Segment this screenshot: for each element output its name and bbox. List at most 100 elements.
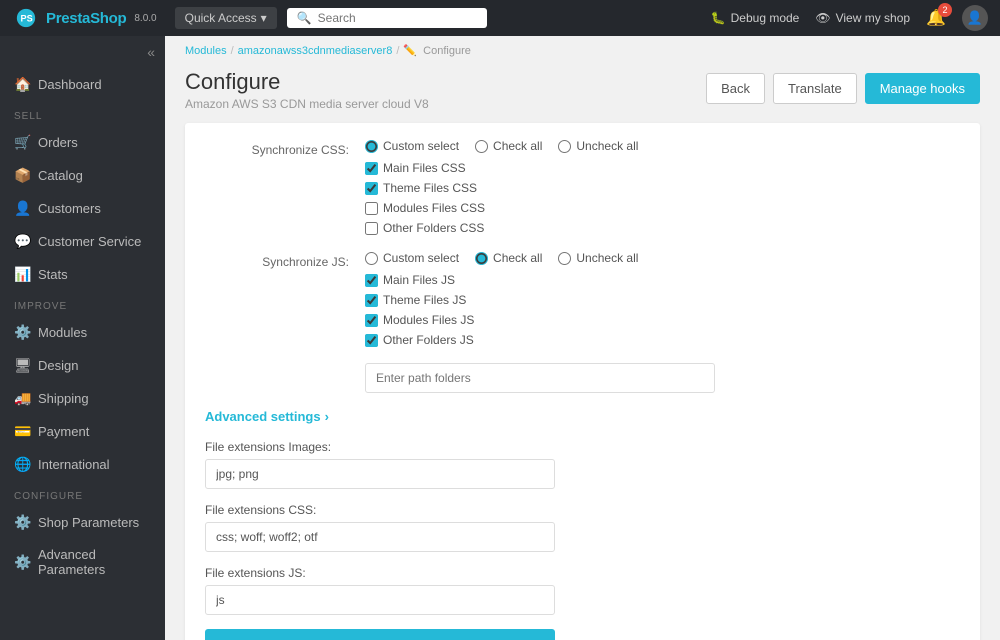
sidebar-item-label: Orders: [38, 135, 78, 150]
page-subtitle: Amazon AWS S3 CDN media server cloud V8: [185, 97, 429, 111]
sidebar-item-modules[interactable]: ⚙️ Modules: [0, 316, 165, 349]
file-ext-js-input[interactable]: [205, 585, 555, 615]
file-ext-js-label: File extensions JS:: [205, 566, 960, 580]
debug-mode-link[interactable]: 🐛 Debug mode: [711, 11, 800, 25]
shop-params-icon: ⚙️: [14, 514, 30, 531]
search-icon: 🔍: [297, 11, 312, 25]
main-files-js-option[interactable]: Main Files JS: [365, 273, 960, 287]
file-ext-css-group: File extensions CSS:: [205, 503, 960, 552]
sidebar-item-shipping[interactable]: 🚚 Shipping: [0, 382, 165, 415]
sidebar-item-label: Customers: [38, 201, 101, 216]
top-nav-right: 🐛 Debug mode 👁 View my shop 🔔 2 👤: [711, 5, 988, 31]
configure-icon: ✏️: [403, 45, 417, 57]
manage-hooks-button[interactable]: Manage hooks: [865, 73, 980, 104]
top-navigation: PS PrestaShop 8.0.0 Quick Access ▾ 🔍 🐛 D…: [0, 0, 1000, 36]
js-custom-select-option[interactable]: Custom select: [365, 251, 459, 265]
path-folders-input[interactable]: [365, 363, 715, 393]
advanced-settings-link[interactable]: Advanced settings ›: [205, 409, 960, 424]
svg-text:PS: PS: [21, 14, 33, 24]
file-ext-css-input[interactable]: [205, 522, 555, 552]
theme-files-css-checkbox[interactable]: [365, 182, 378, 195]
sync-css-row: Synchronize CSS: Custom select Check all: [205, 139, 960, 235]
sidebar-item-label: International: [38, 457, 110, 472]
other-folders-js-option[interactable]: Other Folders JS: [365, 333, 960, 347]
sync-css-control: Custom select Check all Uncheck all: [365, 139, 960, 235]
theme-files-js-checkbox[interactable]: [365, 294, 378, 307]
js-check-all-option[interactable]: Check all: [475, 251, 542, 265]
sidebar-item-payment[interactable]: 💳 Payment: [0, 415, 165, 448]
css-uncheck-all-radio[interactable]: [558, 140, 571, 153]
sidebar-item-design[interactable]: 🖥 Design: [0, 349, 165, 382]
sidebar-item-customer-service[interactable]: 💬 Customer Service: [0, 225, 165, 258]
sidebar-toggle[interactable]: «: [0, 36, 165, 68]
sidebar-item-advanced-parameters[interactable]: ⚙️ Advanced Parameters: [0, 539, 165, 585]
sidebar-item-label: Shop Parameters: [38, 515, 139, 530]
back-button[interactable]: Back: [706, 73, 765, 104]
header-actions: Back Translate Manage hooks: [706, 73, 980, 104]
css-custom-select-option[interactable]: Custom select: [365, 139, 459, 153]
sync-js-row: Synchronize JS: Custom select Check all: [205, 251, 960, 347]
collapse-sidebar-button[interactable]: «: [147, 44, 155, 60]
design-icon: 🖥: [14, 357, 30, 374]
js-checkbox-list: Main Files JS Theme Files JS Modules Fil…: [365, 273, 960, 347]
modules-files-js-option[interactable]: Modules Files JS: [365, 313, 960, 327]
quick-access-button[interactable]: Quick Access ▾: [175, 7, 277, 29]
notifications-icon[interactable]: 🔔 2: [926, 8, 946, 28]
save-changes-button[interactable]: SAVE CHANGES: [205, 629, 555, 640]
other-folders-js-checkbox[interactable]: [365, 334, 378, 347]
js-check-all-radio[interactable]: [475, 252, 488, 265]
js-uncheck-all-radio[interactable]: [558, 252, 571, 265]
sidebar-item-label: Modules: [38, 325, 87, 340]
avatar[interactable]: 👤: [962, 5, 988, 31]
notification-badge: 2: [938, 3, 952, 17]
translate-button[interactable]: Translate: [773, 73, 857, 104]
sync-js-control: Custom select Check all Uncheck all: [365, 251, 960, 347]
logo[interactable]: PS PrestaShop 8.0.0: [12, 4, 157, 32]
theme-files-js-option[interactable]: Theme Files JS: [365, 293, 960, 307]
page-header: Configure Amazon AWS S3 CDN media server…: [165, 65, 1000, 123]
css-check-all-option[interactable]: Check all: [475, 139, 542, 153]
sidebar-item-shop-parameters[interactable]: ⚙️ Shop Parameters: [0, 506, 165, 539]
logo-version: 8.0.0: [134, 13, 156, 24]
js-custom-select-radio[interactable]: [365, 252, 378, 265]
theme-files-css-option[interactable]: Theme Files CSS: [365, 181, 960, 195]
sidebar-item-customers[interactable]: 👤 Customers: [0, 192, 165, 225]
sidebar-item-dashboard[interactable]: 🏠 Dashboard: [0, 68, 165, 101]
eye-icon: 👁: [815, 11, 830, 25]
sidebar-item-catalog[interactable]: 📦 Catalog: [0, 159, 165, 192]
other-folders-css-option[interactable]: Other Folders CSS: [365, 221, 960, 235]
css-custom-select-radio[interactable]: [365, 140, 378, 153]
catalog-icon: 📦: [14, 167, 30, 184]
js-uncheck-all-option[interactable]: Uncheck all: [558, 251, 638, 265]
sidebar-item-stats[interactable]: 📊 Stats: [0, 258, 165, 291]
modules-files-css-checkbox[interactable]: [365, 202, 378, 215]
sidebar-item-orders[interactable]: 🛒 Orders: [0, 126, 165, 159]
main-files-js-checkbox[interactable]: [365, 274, 378, 287]
customers-icon: 👤: [14, 200, 30, 217]
file-ext-images-input[interactable]: [205, 459, 555, 489]
modules-files-css-option[interactable]: Modules Files CSS: [365, 201, 960, 215]
layout: « 🏠 Dashboard SELL 🛒 Orders 📦 Catalog 👤 …: [0, 36, 1000, 640]
modules-files-js-checkbox[interactable]: [365, 314, 378, 327]
advanced-params-icon: ⚙️: [14, 554, 30, 571]
breadcrumb-sep-2: /: [396, 45, 399, 57]
main-files-css-checkbox[interactable]: [365, 162, 378, 175]
main-files-css-option[interactable]: Main Files CSS: [365, 161, 960, 175]
other-folders-css-checkbox[interactable]: [365, 222, 378, 235]
file-ext-css-label: File extensions CSS:: [205, 503, 960, 517]
sidebar-item-label: Advanced Parameters: [38, 547, 151, 577]
css-check-all-radio[interactable]: [475, 140, 488, 153]
sidebar: « 🏠 Dashboard SELL 🛒 Orders 📦 Catalog 👤 …: [0, 36, 165, 640]
breadcrumb-configure: ✏️ Configure: [403, 44, 470, 57]
search-input[interactable]: [318, 11, 477, 25]
breadcrumb-module-name[interactable]: amazonawss3cdnmediaserver8: [238, 45, 393, 57]
css-uncheck-all-option[interactable]: Uncheck all: [558, 139, 638, 153]
sidebar-item-label: Stats: [38, 267, 68, 282]
sidebar-item-international[interactable]: 🌐 International: [0, 448, 165, 481]
breadcrumb-modules[interactable]: Modules: [185, 45, 227, 57]
logo-icon: PS: [12, 4, 40, 32]
breadcrumb-sep-1: /: [231, 45, 234, 57]
search-box[interactable]: 🔍: [287, 8, 487, 28]
sync-js-label: Synchronize JS:: [205, 251, 365, 269]
view-my-shop-link[interactable]: 👁 View my shop: [815, 11, 910, 25]
